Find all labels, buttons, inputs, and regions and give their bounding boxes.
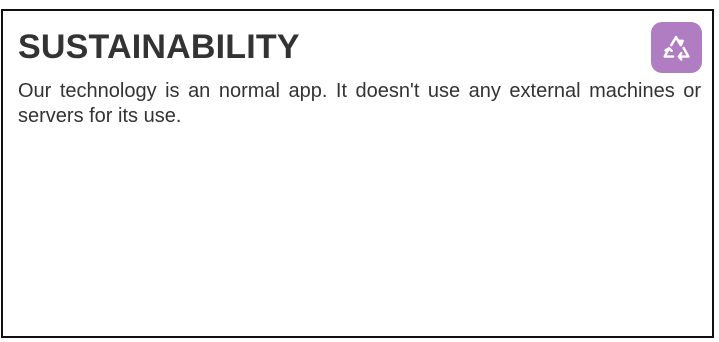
recycle-badge xyxy=(651,22,702,73)
recycle-icon xyxy=(662,35,690,61)
card-title: SUSTAINABILITY xyxy=(18,28,300,66)
card-description: Our technology is an normal app. It does… xyxy=(18,80,701,127)
sustainability-card: SUSTAINABILITY Our technology is an norm… xyxy=(1,9,714,338)
